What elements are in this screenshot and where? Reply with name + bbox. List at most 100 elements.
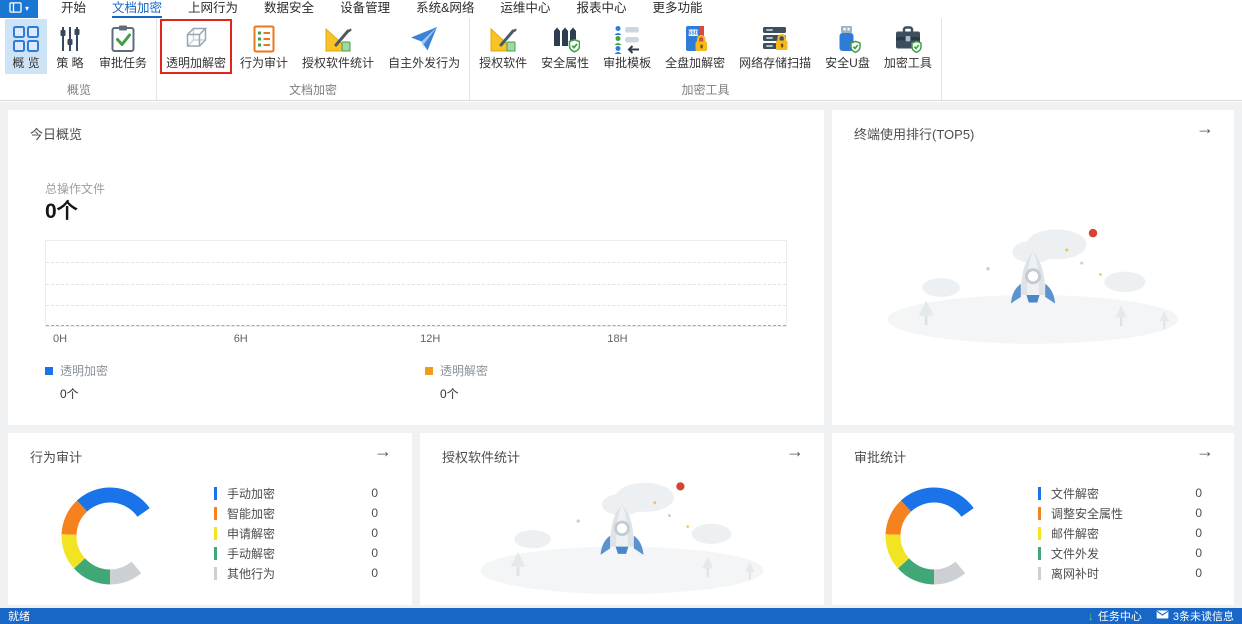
legend-value: 0 xyxy=(371,486,378,500)
legend-swatch xyxy=(214,486,217,500)
x-tick: 6H xyxy=(233,333,248,345)
tab-more-features[interactable]: 更多功能 xyxy=(639,0,715,18)
empty-state xyxy=(476,459,768,596)
legend-label: 透明加密 xyxy=(60,364,109,378)
card-link-arrow[interactable]: → xyxy=(1196,442,1214,460)
tab-label: 开始 xyxy=(61,0,87,15)
status-bar-right: ↓ 任务中心 3条未读信息 xyxy=(1088,608,1234,624)
legend-item: 手动加密 0 xyxy=(214,483,378,503)
ribbon-item-label: 概 览 xyxy=(12,56,40,70)
legend-value: 0 xyxy=(1195,566,1202,580)
tab-system-network[interactable]: 系统&网络 xyxy=(403,0,487,18)
donut-segment xyxy=(61,500,88,536)
grid-icon xyxy=(11,24,41,54)
tab-data-security[interactable]: 数据安全 xyxy=(251,0,327,18)
card-link-arrow[interactable]: → xyxy=(374,442,392,460)
ribbon-item-full-disk-encryption[interactable]: SSD 全盘加解密 xyxy=(659,19,731,74)
app-window: ▾ 开始 文档加密 上网行为 数据安全 设备管理 系统&网络 运维中心 报表中心 更多功能 概 … xyxy=(0,0,1242,624)
legend-value: 0个 xyxy=(60,387,79,401)
legend-item: 调整安全属性 0 xyxy=(1038,503,1202,523)
usb-shield-icon xyxy=(832,24,862,54)
legend-label: 透明解密 xyxy=(440,364,489,378)
tab-ops-center[interactable]: 运维中心 xyxy=(487,0,563,18)
ribbon-item-overview[interactable]: 概 览 xyxy=(5,19,47,74)
ribbon-item-licensed-software-stats[interactable]: 授权软件统计 xyxy=(296,19,380,74)
legend-label: 手动解密 xyxy=(227,546,276,561)
empty-state-illustration xyxy=(887,228,1179,344)
legend-swatch xyxy=(1038,526,1041,540)
ribbon-group-1: 概 览 策 略 审批任务 概览 xyxy=(2,18,158,100)
legend-item: 邮件解密 0 xyxy=(1038,523,1202,543)
ribbon-item-self-outgoing-behavior[interactable]: 自主外发行为 xyxy=(382,19,466,74)
dashboard-content: 今日概览 总操作文件 0个 0H 6H 12H 18H 透明加密 0个 透明解密 0个… xyxy=(0,102,1242,608)
ribbon-item-label: 审批任务 xyxy=(99,56,148,70)
donut-segment xyxy=(885,534,910,569)
donut-segment xyxy=(73,558,111,585)
chart-legend: 手动加密 0 智能加密 0 申请解密 0 手动解密 0 其他行为 0 xyxy=(214,483,378,583)
ribbon-item-transparent-encryption[interactable]: 透明加解密 xyxy=(160,19,233,74)
legend-swatch xyxy=(45,366,53,375)
ribbon-item-label: 安全U盘 xyxy=(825,56,870,70)
unread-messages-item[interactable]: 3条未读信息 xyxy=(1156,608,1234,624)
card-link-arrow[interactable]: → xyxy=(1196,119,1214,137)
task-center-item[interactable]: ↓ 任务中心 xyxy=(1088,608,1142,624)
legend-value: 0 xyxy=(1195,546,1202,560)
ribbon-item-label: 行为审计 xyxy=(240,56,289,70)
card-link-arrow[interactable]: → xyxy=(786,442,804,460)
card-title: 今日概览 xyxy=(30,127,83,142)
ribbon-item-secure-usb[interactable]: 安全U盘 xyxy=(819,19,876,74)
ribbon-item-behavior-audit[interactable]: 行为审计 xyxy=(234,19,294,74)
legend-swatch xyxy=(1038,566,1041,580)
legend-swatch xyxy=(214,566,217,580)
ribbon-item-encryption-tools[interactable]: 加密工具 xyxy=(878,19,938,74)
licensed-software-stats-card: 授权软件统计 → xyxy=(420,433,824,605)
x-axis-line xyxy=(46,325,786,326)
x-tick: 18H xyxy=(607,333,628,345)
tab-label: 报表中心 xyxy=(576,0,627,15)
legend-swatch xyxy=(1038,486,1041,500)
tab-label: 设备管理 xyxy=(340,0,391,15)
approval-template-icon xyxy=(612,24,642,54)
donut-segment xyxy=(109,561,142,585)
ribbon-item-policy[interactable]: 策 略 xyxy=(49,19,91,74)
tab-web-behavior[interactable]: 上网行为 xyxy=(175,0,251,18)
tab-report-center[interactable]: 报表中心 xyxy=(563,0,639,18)
fence-shield-icon xyxy=(550,24,581,54)
legend-value: 0 xyxy=(1195,506,1202,520)
ribbon-item-approval-template[interactable]: 审批模板 xyxy=(597,19,657,74)
legend-label: 文件外发 xyxy=(1051,546,1100,561)
ribbon-item-label: 全盘加解密 xyxy=(665,56,726,70)
legend-label: 其他行为 xyxy=(227,566,276,581)
tab-doc-encryption[interactable]: 文档加密 xyxy=(99,0,175,18)
ribbon-group-items: 透明加解密 行为审计 授权软件统计 自主外发行为 xyxy=(159,18,467,82)
tab-device-management[interactable]: 设备管理 xyxy=(327,0,403,18)
app-menu-button[interactable]: ▾ xyxy=(0,0,38,18)
ribbon-item-label: 网络存储扫描 xyxy=(739,56,812,70)
menu-bar: ▾ 开始 文档加密 上网行为 数据安全 设备管理 系统&网络 运维中心 报表中心 更多功能 xyxy=(0,0,1242,18)
tab-label: 上网行为 xyxy=(188,0,239,15)
donut-segment xyxy=(900,487,974,518)
ribbon-group-label: 加密工具 xyxy=(681,83,730,97)
legend-value: 0 xyxy=(371,526,378,540)
ribbon-item-label: 自主外发行为 xyxy=(388,56,461,70)
ribbon-item-label: 透明加解密 xyxy=(166,56,227,70)
ribbon-item-network-storage-scan[interactable]: 网络存储扫描 xyxy=(733,19,817,74)
ribbon-group-label: 文档加密 xyxy=(289,83,338,97)
empty-state-illustration xyxy=(480,482,764,595)
legend-item: 离网补时 0 xyxy=(1038,563,1202,583)
ribbon-item-approval-tasks[interactable]: 审批任务 xyxy=(93,19,153,74)
ribbon-item-licensed-software[interactable]: 授权软件 xyxy=(473,19,533,74)
ribbon-item-security-attribute[interactable]: 安全属性 xyxy=(535,19,595,74)
legend-label: 手动加密 xyxy=(227,486,276,501)
legend-item: 透明加密 0个 xyxy=(45,362,108,402)
svg-text:SSD: SSD xyxy=(688,31,699,37)
donut-segment xyxy=(885,500,912,536)
tab-home[interactable]: 开始 xyxy=(48,0,99,18)
status-bar: 就绪 ↓ 任务中心 3条未读信息 xyxy=(0,608,1242,624)
gridline xyxy=(46,304,786,306)
ribbon-group-label: 概览 xyxy=(67,83,92,97)
paper-plane-icon xyxy=(409,24,439,54)
server-lock-icon xyxy=(760,24,790,54)
card-title: 终端使用排行(TOP5) xyxy=(854,127,975,142)
legend-value: 0 xyxy=(1195,486,1202,500)
